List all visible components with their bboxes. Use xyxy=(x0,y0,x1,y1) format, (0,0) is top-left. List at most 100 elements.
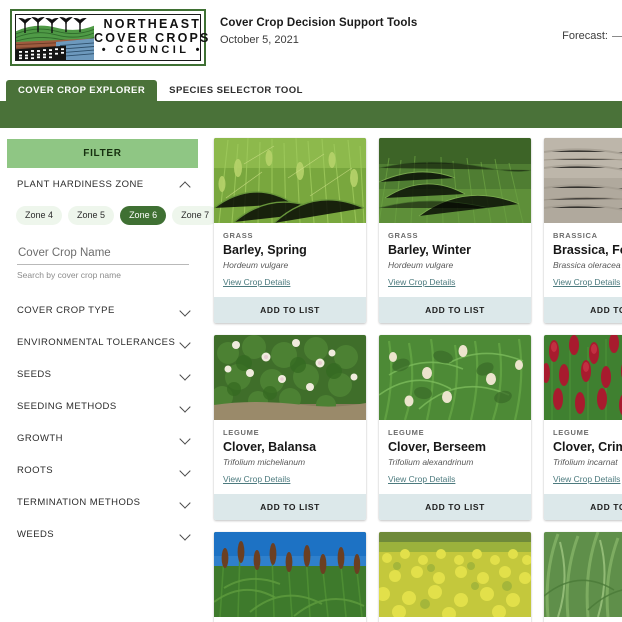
add-to-list-button[interactable]: ADD TO LIST xyxy=(544,297,622,323)
section-label: SEEDING METHODS xyxy=(17,400,117,412)
crop-card-row3-1[interactable]: View Crop Details ADD TO LIST xyxy=(214,532,366,622)
filter-sidebar: FILTER PLANT HARDINESS ZONE Zone 4 Zone … xyxy=(0,128,219,622)
crop-category: GRASS xyxy=(223,231,254,240)
chevron-down-icon[interactable] xyxy=(180,337,191,348)
search-input[interactable] xyxy=(17,247,189,265)
chevron-down-icon[interactable] xyxy=(180,305,191,316)
card-row: View Crop Details ADD TO LIST xyxy=(214,532,622,622)
section-cover-crop-type[interactable]: COVER CROP TYPE xyxy=(0,294,205,326)
barley-spring-photo xyxy=(214,138,366,223)
view-crop-details-link[interactable]: View Crop Details xyxy=(553,277,620,287)
logo-line-2: COVER CROPS xyxy=(94,30,211,45)
section-growth[interactable]: GROWTH xyxy=(0,422,205,454)
chevron-down-icon[interactable] xyxy=(180,497,191,508)
crop-category: LEGUME xyxy=(223,428,260,437)
chevron-down-icon[interactable] xyxy=(180,401,191,412)
crop-scientific-name: Trifolium alexandrinum xyxy=(388,457,474,467)
crop-card-row3-3[interactable]: View Crop Details ADD TO LIST xyxy=(544,532,622,622)
rye-grass-photo xyxy=(544,532,622,617)
chevron-down-icon[interactable] xyxy=(180,529,191,540)
section-plant-hardiness-zone[interactable]: PLANT HARDINESS ZONE xyxy=(0,168,205,200)
crop-scientific-name: Trifolium michelianum xyxy=(223,457,306,467)
tab-species-selector-tool[interactable]: SPECIES SELECTOR TOOL xyxy=(157,79,315,101)
crop-name: Clover, Crim xyxy=(553,440,622,454)
add-to-list-button[interactable]: ADD TO LIST xyxy=(214,494,366,520)
barley-winter-photo xyxy=(379,138,531,223)
crop-name: Barley, Winter xyxy=(388,243,472,257)
view-crop-details-link[interactable]: View Crop Details xyxy=(388,474,455,484)
section-termination-methods[interactable]: TERMINATION METHODS xyxy=(0,486,205,518)
chevron-down-icon[interactable] xyxy=(180,433,191,444)
logo-line-1: NORTHEAST xyxy=(103,17,202,32)
zone-chip-5[interactable]: Zone 5 xyxy=(68,206,115,225)
page-date: October 5, 2021 xyxy=(220,34,299,46)
chevron-up-icon[interactable] xyxy=(180,179,191,190)
cover-crop-search: Search by cover crop name xyxy=(0,225,205,280)
view-crop-details-link[interactable]: View Crop Details xyxy=(223,277,290,287)
clover-berseem-photo xyxy=(379,335,531,420)
section-label: PLANT HARDINESS ZONE xyxy=(17,178,144,190)
crop-category: LEGUME xyxy=(388,428,425,437)
logo-wordmark: NORTHEAST COVER CROPS • COUNCIL • xyxy=(94,15,214,60)
filter-sections: COVER CROP TYPE ENVIRONMENTAL TOLERANCES… xyxy=(0,294,205,550)
section-roots[interactable]: ROOTS xyxy=(0,454,205,486)
crop-category: LEGUME xyxy=(553,428,590,437)
crop-card-clover-berseem[interactable]: LEGUME Clover, Berseem Trifolium alexand… xyxy=(379,335,531,520)
crop-scientific-name: Hordeum vulgare xyxy=(388,260,454,270)
chevron-down-icon[interactable] xyxy=(180,369,191,380)
clover-balansa-photo xyxy=(214,335,366,420)
crop-name: Brassica, Fo xyxy=(553,243,622,257)
crop-name: Clover, Berseem xyxy=(388,440,486,454)
add-to-list-button[interactable]: ADD TO LIST xyxy=(544,494,622,520)
page-title: Cover Crop Decision Support Tools xyxy=(220,17,418,29)
nccc-logo[interactable]: NORTHEAST COVER CROPS • COUNCIL • xyxy=(10,9,208,66)
header-text-block: Cover Crop Decision Support Tools Octobe… xyxy=(220,17,417,46)
tab-cover-crop-explorer[interactable]: COVER CROP EXPLORER xyxy=(6,79,158,101)
main-tabs: COVER CROP EXPLORER SPECIES SELECTOR TOO… xyxy=(0,75,622,101)
section-seeds[interactable]: SEEDS xyxy=(0,358,205,390)
crop-card-barley-winter[interactable]: GRASS Barley, Winter Hordeum vulgare Vie… xyxy=(379,138,531,323)
brassica-forage-photo xyxy=(544,138,622,223)
crop-name: Barley, Spring xyxy=(223,243,307,257)
crop-card-clover-crimson[interactable]: LEGUME Clover, Crim Trifolium incarnat V… xyxy=(544,335,622,520)
add-to-list-button[interactable]: ADD TO LIST xyxy=(379,494,531,520)
section-label: GROWTH xyxy=(17,432,63,444)
crop-card-brassica-forage[interactable]: BRASSICA Brassica, Fo Brassica oleracea … xyxy=(544,138,622,323)
forecast-control[interactable]: Forecast: xyxy=(562,30,622,42)
view-crop-details-link[interactable]: View Crop Details xyxy=(553,474,620,484)
forecast-label: Forecast: xyxy=(562,30,608,42)
section-environmental-tolerances[interactable]: ENVIRONMENTAL TOLERANCES xyxy=(0,326,205,358)
search-helper-text: Search by cover crop name xyxy=(17,270,121,280)
crop-card-barley-spring[interactable]: GRASS Barley, Spring Hordeum vulgare Vie… xyxy=(214,138,366,323)
add-to-list-button[interactable]: ADD TO LIST xyxy=(379,297,531,323)
section-seeding-methods[interactable]: SEEDING METHODS xyxy=(0,390,205,422)
app-header: NORTHEAST COVER CROPS • COUNCIL • Cover … xyxy=(0,0,622,75)
card-row: GRASS Barley, Spring Hordeum vulgare Vie… xyxy=(214,138,622,323)
nav-green-band xyxy=(0,101,622,128)
view-crop-details-link[interactable]: View Crop Details xyxy=(388,277,455,287)
forecast-dropdown-icon[interactable] xyxy=(612,35,622,37)
logo-line-3: • COUNCIL • xyxy=(101,44,203,57)
section-label: WEEDS xyxy=(17,528,55,540)
page-content: FILTER PLANT HARDINESS ZONE Zone 4 Zone … xyxy=(0,128,622,622)
crop-scientific-name: Brassica oleracea xyxy=(553,260,621,270)
crop-card-row3-2[interactable]: View Crop Details ADD TO LIST xyxy=(379,532,531,622)
zone-chip-4[interactable]: Zone 4 xyxy=(16,206,63,225)
crop-card-clover-balansa[interactable]: LEGUME Clover, Balansa Trifolium micheli… xyxy=(214,335,366,520)
filter-header[interactable]: FILTER xyxy=(7,139,198,168)
section-label: ROOTS xyxy=(17,464,54,476)
chevron-down-icon[interactable] xyxy=(180,465,191,476)
clover-crimson-photo xyxy=(544,335,622,420)
crop-scientific-name: Hordeum vulgare xyxy=(223,260,289,270)
zone-chip-6[interactable]: Zone 6 xyxy=(120,206,167,225)
section-label: TERMINATION METHODS xyxy=(17,496,141,508)
farm-field-logo-icon xyxy=(16,15,94,60)
crop-card-grid: GRASS Barley, Spring Hordeum vulgare Vie… xyxy=(205,128,622,622)
add-to-list-button[interactable]: ADD TO LIST xyxy=(214,297,366,323)
card-row: LEGUME Clover, Balansa Trifolium micheli… xyxy=(214,335,622,520)
section-label: ENVIRONMENTAL TOLERANCES xyxy=(17,336,176,348)
crop-category: GRASS xyxy=(388,231,419,240)
view-crop-details-link[interactable]: View Crop Details xyxy=(223,474,290,484)
section-weeds[interactable]: WEEDS xyxy=(0,518,205,550)
section-label: SEEDS xyxy=(17,368,52,380)
